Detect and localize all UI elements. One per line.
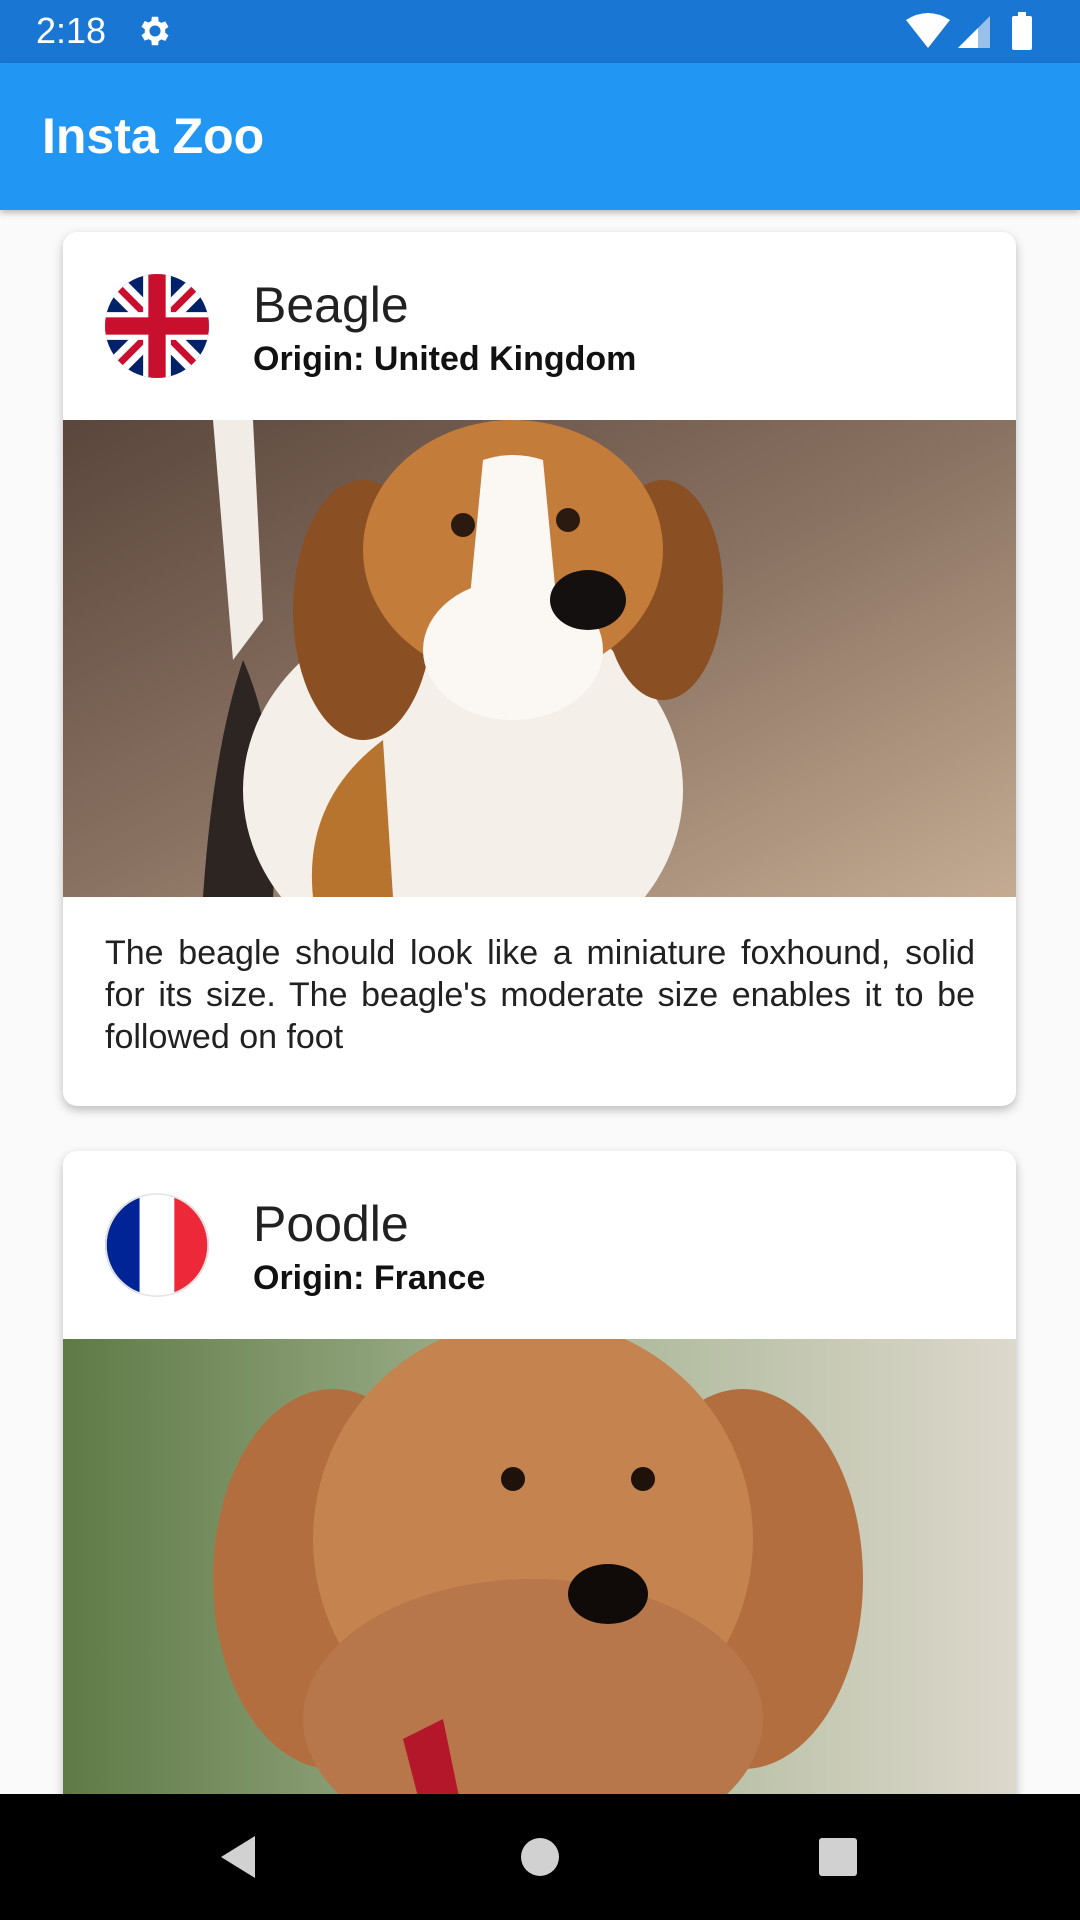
status-bar: 2:18 [0, 0, 1080, 63]
breed-origin: Origin: United Kingdom [253, 340, 637, 378]
recents-icon[interactable] [813, 1832, 863, 1882]
card-header: Beagle Origin: United Kingdom [63, 232, 1016, 420]
breed-description: The beagle should look like a miniature … [105, 934, 975, 1056]
uk-flag-icon [105, 274, 209, 378]
status-time: 2:18 [36, 10, 107, 51]
wifi-icon [906, 13, 950, 48]
home-icon[interactable] [515, 1832, 565, 1882]
app-bar: Insta Zoo [0, 63, 1080, 210]
app-title: Insta Zoo [42, 108, 265, 164]
breed-card-poodle[interactable]: Poodle Origin: France [63, 1151, 1016, 1794]
breed-name: Beagle [253, 277, 409, 333]
system-nav-bar [0, 1794, 1080, 1920]
breed-card-beagle[interactable]: Beagle Origin: United Kingdom The beagle… [63, 232, 1016, 1106]
france-flag-icon [105, 1193, 209, 1297]
status-icons [906, 12, 1032, 50]
back-icon[interactable] [215, 1832, 265, 1882]
breed-feed[interactable]: Beagle Origin: United Kingdom The beagle… [0, 210, 1080, 1794]
card-header: Poodle Origin: France [63, 1151, 1016, 1339]
poodle-photo [63, 1339, 1016, 1794]
breed-name: Poodle [253, 1196, 409, 1252]
breed-origin: Origin: France [253, 1259, 486, 1297]
battery-icon [1012, 12, 1032, 50]
beagle-photo [63, 420, 1016, 897]
settings-gear-icon [141, 16, 169, 46]
